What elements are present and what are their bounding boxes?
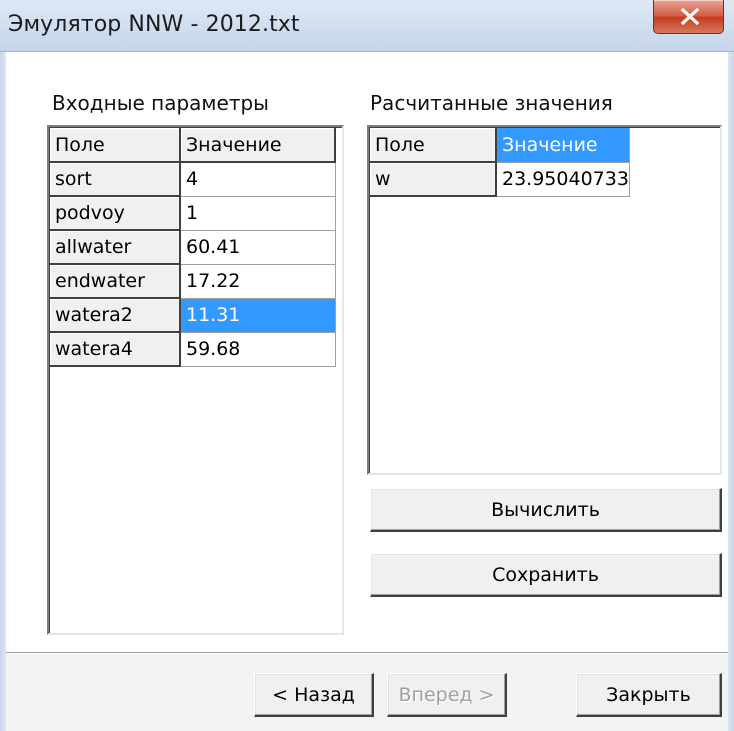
table-row[interactable]: watera2 11.31 [50,298,336,333]
input-params-label: Входные параметры [52,91,269,115]
row-field[interactable]: watera4 [50,332,181,367]
close-x-icon [680,8,700,25]
header-field[interactable]: Поле [50,128,181,163]
row-value[interactable]: 1 [180,196,336,231]
next-button[interactable]: Вперед > [387,673,507,717]
window-title: Эмулятор NNW - 2012.txt [8,12,300,37]
close-button-label: Закрыть [606,683,691,706]
title-bar: Эмулятор NNW - 2012.txt [0,0,734,52]
computed-values-label: Расчитанные значения [370,91,613,115]
window-frame-right [728,52,734,731]
header-value[interactable]: Значение [180,128,336,163]
computed-values-grid[interactable]: Поле Значение w 23.95040733 [367,125,722,475]
compute-button-label: Вычислить [491,498,600,521]
save-button[interactable]: Сохранить [370,553,722,597]
save-button-label: Сохранить [492,563,599,586]
next-button-label: Вперед > [398,683,495,706]
back-button[interactable]: < Назад [254,673,374,717]
table-row[interactable]: sort 4 [50,162,336,197]
computed-values-table: Поле Значение w 23.95040733 [370,128,630,197]
row-field[interactable]: w [370,162,497,197]
table-row[interactable]: allwater 60.41 [50,230,336,265]
row-value[interactable]: 17.22 [180,264,336,299]
window-close-button[interactable] [653,0,724,34]
input-params-grid[interactable]: Поле Значение sort 4 podvoy 1 allwater 6… [47,125,344,635]
back-button-label: < Назад [272,683,355,706]
row-field[interactable]: watera2 [50,298,181,333]
row-value[interactable]: 23.95040733 [496,162,630,197]
window-frame-left [0,52,6,731]
table-header-row: Поле Значение [370,128,630,163]
table-row[interactable]: w 23.95040733 [370,162,630,197]
header-field[interactable]: Поле [370,128,497,163]
row-value[interactable]: 4 [180,162,336,197]
table-header-row: Поле Значение [50,128,336,163]
row-field[interactable]: endwater [50,264,181,299]
input-params-table: Поле Значение sort 4 podvoy 1 allwater 6… [50,128,336,367]
row-value[interactable]: 59.68 [180,332,336,367]
row-value-selected[interactable]: 11.31 [180,298,336,333]
table-row[interactable]: podvoy 1 [50,196,336,231]
row-field[interactable]: sort [50,162,181,197]
row-value[interactable]: 60.41 [180,230,336,265]
header-value-selected[interactable]: Значение [496,128,630,163]
close-button[interactable]: Закрыть [576,673,722,717]
table-row[interactable]: endwater 17.22 [50,264,336,299]
row-field[interactable]: allwater [50,230,181,265]
compute-button[interactable]: Вычислить [370,488,722,532]
table-row[interactable]: watera4 59.68 [50,332,336,367]
row-field[interactable]: podvoy [50,196,181,231]
